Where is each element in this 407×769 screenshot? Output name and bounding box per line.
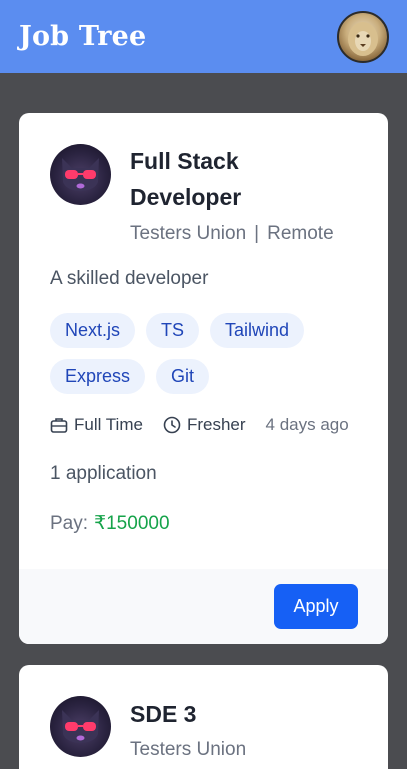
company-name: Testers Union (130, 223, 247, 244)
user-avatar[interactable] (337, 10, 389, 63)
posted-time: 4 days ago (265, 415, 349, 434)
skill-tag: Next.js (50, 313, 136, 348)
experience-level: Fresher (163, 415, 246, 435)
job-meta: Full Time Fresher 4 days ago (50, 415, 349, 435)
clock-icon (163, 416, 181, 434)
lion-avatar-image (348, 21, 378, 56)
pay-info: Pay: ₹150000 (50, 512, 170, 535)
job-location: Remote (267, 223, 334, 244)
app-title[interactable]: Job Tree (19, 21, 146, 52)
company-logo (50, 144, 111, 205)
job-card[interactable]: Full Stack Developer Testers Union | Remot… (19, 113, 388, 644)
job-company-location: Testers Union | Remote (130, 223, 334, 245)
card-footer: Apply (19, 569, 388, 644)
job-card[interactable]: SDE 3 Testers Union (19, 665, 388, 769)
company-name: Testers Union (130, 739, 247, 760)
apply-button[interactable]: Apply (274, 584, 358, 629)
job-type-label: Full Time (74, 415, 143, 434)
skill-tag: Git (156, 359, 210, 394)
cat-logo-image (62, 710, 99, 743)
skill-tag: Express (50, 359, 146, 394)
cat-logo-image (62, 158, 99, 191)
job-type: Full Time (50, 415, 143, 435)
job-title[interactable]: Full Stack Developer (130, 143, 330, 215)
job-title[interactable]: SDE 3 (130, 696, 196, 732)
top-nav-bar: Job Tree (0, 0, 407, 73)
pay-amount: ₹150000 (94, 513, 170, 534)
application-count: 1 application (50, 463, 157, 484)
company-logo (50, 696, 111, 757)
pay-label: Pay: (50, 513, 89, 534)
job-description: A skilled developer (50, 268, 209, 289)
skill-tag: TS (146, 313, 200, 348)
separator: | (254, 223, 260, 244)
skill-tag: Tailwind (210, 313, 305, 348)
briefcase-icon (50, 418, 68, 433)
experience-label: Fresher (186, 415, 246, 434)
skill-tags: Next.js TS Tailwind Express Git (50, 313, 370, 394)
